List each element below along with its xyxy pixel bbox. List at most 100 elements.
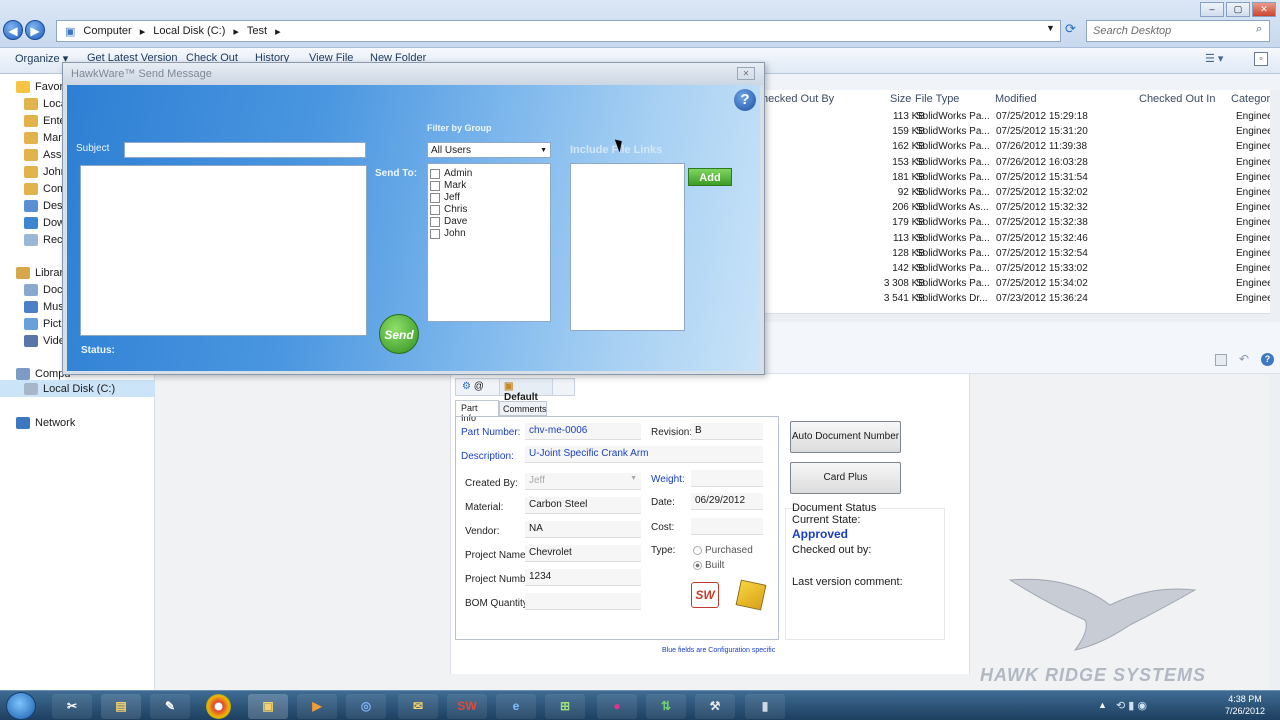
nav-favorite-item[interactable]: Ente [24, 112, 66, 129]
save-icon[interactable] [1215, 354, 1227, 366]
date-field[interactable]: 06/29/2012 [691, 493, 763, 510]
forward-button[interactable]: ▶ [25, 20, 45, 40]
address-dropdown-icon[interactable]: ▼ [1046, 23, 1055, 33]
column-header-checked-out-by[interactable]: hecked Out By [762, 93, 834, 105]
nav-favorite-item[interactable]: Com [24, 180, 66, 197]
taskbar-media-icon[interactable]: ▶ [297, 694, 337, 719]
revision-field[interactable]: B [691, 423, 763, 440]
column-header-size[interactable]: Size [890, 93, 911, 105]
clock-date[interactable]: 7/26/2012 [1220, 706, 1270, 716]
search-icon[interactable]: ⌕ [1256, 23, 1262, 36]
breadcrumb-test[interactable]: Test [247, 25, 267, 37]
user-list-item[interactable]: Dave [428, 216, 548, 228]
nav-favorite-item[interactable]: John [24, 163, 67, 180]
taskbar-tools-icon[interactable]: ⚒ [695, 694, 735, 719]
nav-library-item[interactable]: Pictu [24, 315, 67, 332]
user-list-item[interactable]: Mark [428, 180, 548, 192]
nav-favorite-item[interactable]: Asse [24, 146, 67, 163]
taskbar-ie-icon[interactable]: e [496, 694, 536, 719]
bom-quantity-field[interactable] [525, 593, 641, 610]
add-file-link-button[interactable]: Add [688, 168, 732, 186]
tab-part-info[interactable]: Part Info [455, 400, 499, 423]
file-row[interactable]: 153 KB SolidWorks Pa... 07/26/2012 16:03:2… [760, 156, 1280, 171]
group-filter-select[interactable]: All Users ▼ [427, 142, 551, 158]
nav-library-item[interactable]: Musi [24, 298, 66, 315]
vendor-field[interactable]: NA [525, 521, 641, 538]
user-list-item[interactable]: Admin [428, 168, 548, 180]
user-list-item[interactable]: Chris [428, 204, 548, 216]
taskbar-folder-icon[interactable]: ▣ [248, 694, 288, 719]
weight-field[interactable] [691, 470, 763, 487]
created-by-select[interactable]: Jeff ▼ [525, 473, 641, 490]
card-plus-button[interactable]: Card Plus [790, 462, 901, 494]
column-header-category[interactable]: Category [1231, 93, 1276, 105]
breadcrumb-local-disk[interactable]: Local Disk (C:) [153, 25, 225, 37]
dialog-help-button[interactable]: ? [734, 89, 756, 111]
address-bar[interactable]: ▣ Computer ▸ Local Disk (C:) ▸ Test ▸ [56, 20, 1061, 42]
preview-pane-icon[interactable]: ▫ [1254, 52, 1268, 66]
message-body-textarea[interactable] [80, 165, 367, 336]
taskbar-transfer-icon[interactable]: ⇅ [646, 694, 686, 719]
cost-field[interactable] [691, 518, 763, 535]
taskbar-device-icon[interactable]: ▮ [745, 694, 785, 719]
refresh-icon[interactable]: ⟳ [1065, 21, 1076, 37]
taskbar-mail-icon[interactable]: ✉ [398, 694, 438, 719]
file-row[interactable]: 159 KB SolidWorks Pa... 07/25/2012 15:31:2… [760, 125, 1280, 140]
nav-favorite-item[interactable]: Dow [24, 214, 65, 231]
nav-network[interactable]: Network [16, 414, 75, 431]
clock-time[interactable]: 4:38 PM [1220, 694, 1270, 704]
description-field[interactable]: U-Joint Specific Crank Arm [525, 446, 763, 463]
file-row[interactable]: 128 KB SolidWorks Pa... 07/25/2012 15:32:5… [760, 247, 1280, 262]
column-header-checked-out-in[interactable]: Checked Out In [1139, 93, 1215, 105]
undo-icon[interactable]: ↶ [1239, 352, 1249, 366]
file-row[interactable]: 3 308 KB SolidWorks Pa... 07/25/2012 15:34… [760, 277, 1280, 292]
taskbar-paint-icon[interactable]: ✎ [150, 694, 190, 719]
search-input[interactable]: Search Desktop [1086, 20, 1270, 42]
file-row[interactable]: 113 KB SolidWorks Pa... 07/25/2012 15:32:4… [760, 232, 1280, 247]
tray-icons[interactable]: ⟲ ▮ ◉ [1116, 699, 1147, 712]
column-header-file-type[interactable]: File Type [915, 93, 959, 105]
send-button[interactable]: Send [379, 314, 419, 354]
project-name-field[interactable]: Chevrolet [525, 545, 641, 562]
nav-favorite-item[interactable]: Loca [24, 95, 67, 112]
material-field[interactable]: Carbon Steel [525, 497, 641, 514]
nav-favorite-item[interactable]: Mark [24, 129, 67, 146]
user-checkbox[interactable] [430, 181, 440, 191]
maximize-button[interactable]: ▢ [1226, 2, 1250, 17]
organize-menu[interactable]: Organize ▾ [15, 52, 68, 65]
nav-library-item[interactable]: Vide [24, 332, 65, 349]
nav-favorites[interactable]: Favori [16, 78, 66, 95]
column-header-modified[interactable]: Modified [995, 93, 1037, 105]
part-number-field[interactable]: chv-me-0006 [525, 423, 641, 440]
dialog-close-button[interactable]: ✕ [737, 67, 755, 80]
tab-default-config[interactable]: ▣ Default [499, 378, 553, 403]
file-row[interactable]: 162 KB SolidWorks Pa... 07/26/2012 11:39:3… [760, 140, 1280, 155]
view-options-icon[interactable]: ☰ ▾ [1205, 52, 1223, 65]
file-row[interactable]: 142 KB SolidWorks Pa... 07/25/2012 15:33:0… [760, 262, 1280, 277]
close-window-button[interactable]: ✕ [1252, 2, 1276, 17]
type-built-radio[interactable] [693, 561, 702, 570]
subject-input[interactable] [124, 142, 366, 158]
tab-comments[interactable]: Comments [499, 401, 547, 416]
start-button[interactable] [6, 692, 36, 720]
taskbar-network-app-icon[interactable]: ⊞ [545, 694, 585, 719]
file-row[interactable]: 206 KB SolidWorks As... 07/25/2012 15:32:3… [760, 201, 1280, 216]
taskbar-chat-icon[interactable]: ◎ [346, 694, 386, 719]
user-checkbox[interactable] [430, 193, 440, 203]
user-list-item[interactable]: Jeff [428, 192, 548, 204]
user-checkbox[interactable] [430, 205, 440, 215]
user-checkbox[interactable] [430, 169, 440, 179]
file-row[interactable]: 179 KB SolidWorks Pa... 07/25/2012 15:32:3… [760, 216, 1280, 231]
file-row[interactable]: 3 541 KB SolidWorks Dr... 07/23/2012 15:36… [760, 292, 1280, 307]
user-checkbox[interactable] [430, 229, 440, 239]
taskbar-solidworks-icon[interactable]: SW [447, 694, 487, 719]
type-purchased-radio[interactable] [693, 546, 702, 555]
nav-local-disk[interactable]: Local Disk (C:) [0, 380, 155, 397]
back-button[interactable]: ◀ [3, 20, 23, 40]
file-row[interactable]: 113 KB SolidWorks Pa... 07/25/2012 15:29:1… [760, 110, 1280, 125]
user-list-item[interactable]: John [428, 228, 548, 240]
breadcrumb-computer[interactable]: Computer [83, 25, 131, 37]
file-row[interactable]: 92 KB SolidWorks Pa... 07/25/2012 15:32:02… [760, 186, 1280, 201]
help-icon[interactable]: ? [1261, 353, 1274, 366]
solidworks-icon[interactable]: SW [691, 582, 719, 608]
